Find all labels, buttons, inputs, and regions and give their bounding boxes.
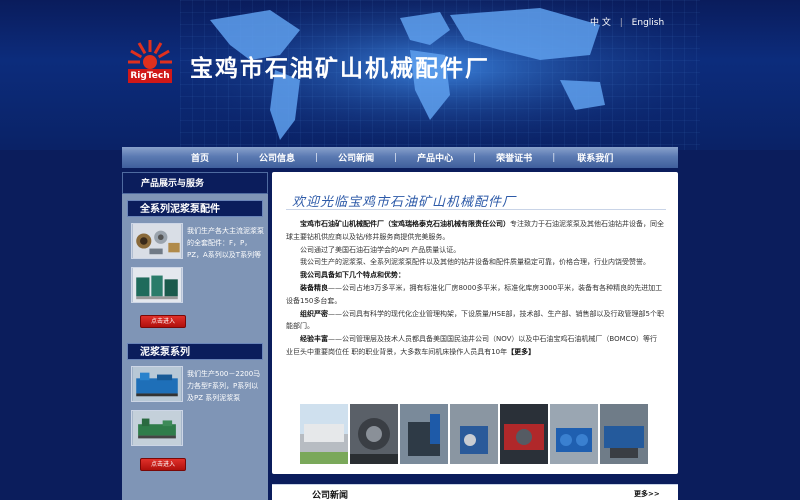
news-section: 公司新闻 更多>> <box>272 484 678 500</box>
features-title: 我公司具备如下几个特点和优势： <box>300 271 405 280</box>
nav-item-company-news[interactable]: 公司新闻 <box>318 151 394 164</box>
lang-separator: | <box>619 18 623 28</box>
nav-item-contact[interactable]: 联系我们 <box>555 151 635 164</box>
factory-building-photo[interactable] <box>300 404 348 464</box>
mud-pump-image[interactable] <box>131 366 183 402</box>
feature-head: 经验丰富 <box>300 335 328 344</box>
nav-item-certificates[interactable]: 荣誉证书 <box>476 151 552 164</box>
enter-button-pump-parts[interactable]: 点击进入 <box>140 315 186 328</box>
factory-photo-strip <box>300 404 648 464</box>
header-banner: RigTech 宝鸡市石油矿山机械配件厂 中 文 | English <box>0 0 800 150</box>
workshop-photo-6[interactable] <box>600 404 648 464</box>
divider <box>286 209 666 210</box>
pump-parts-image[interactable] <box>131 223 183 259</box>
feature-head: 装备精良 <box>300 283 328 292</box>
category-title-mud-pumps: 泥浆泵系列 <box>127 343 263 360</box>
nav-item-products[interactable]: 产品中心 <box>397 151 473 164</box>
site-title: 宝鸡市石油矿山机械配件厂 <box>190 56 490 82</box>
news-more-link[interactable]: 更多>> <box>634 489 660 499</box>
company-intro: 宝鸡市石油矿山机械配件厂（宝鸡瑞格泰克石油机械有限责任公司）专注致力于石油泥浆泵… <box>286 218 664 359</box>
welcome-heading: 欢迎光临宝鸡市石油矿山机械配件厂 <box>292 195 517 210</box>
category-mud-pumps: 我们生产500－2200马力各型F系列，P系列以及PZ 系列泥浆泵 <box>127 360 263 454</box>
workshop-photo-1[interactable] <box>350 404 398 464</box>
category-description: 我们生产各大主流泥浆泵的全套配件：F，P，PZ，A系列以及T系列等 <box>187 227 264 259</box>
nav-item-home[interactable]: 首页 <box>164 151 236 164</box>
feature-head: 组织严密 <box>300 309 328 318</box>
workshop-photo-5[interactable] <box>550 404 598 464</box>
feature-item: 组织严密——公司具有科学的现代化企业管理构架，下设质量/HSE部，技术部、生产部… <box>286 308 664 334</box>
quality-paragraph: 我公司生产的泥浆泵、全系列泥浆泵配件以及其他的钻井设备和配件质量稳定可靠，价格合… <box>300 258 650 267</box>
mud-pump-side-image[interactable] <box>131 410 183 446</box>
enter-button-mud-pumps[interactable]: 点击进入 <box>140 458 186 471</box>
nav-item-company-info[interactable]: 公司信息 <box>239 151 315 164</box>
workshop-photo-3[interactable] <box>450 404 498 464</box>
sidebar-heading: 产品展示与服务 <box>122 172 268 194</box>
api-paragraph: 公司通过了美国石油石油学会的API 产品质量认证。 <box>300 245 461 254</box>
company-name: 宝鸡市石油矿山机械配件厂（宝鸡瑞格泰克石油机械有限责任公司） <box>300 220 510 228</box>
workshop-photo-4[interactable] <box>500 404 548 464</box>
lang-chinese-link[interactable]: 中 文 <box>590 15 611 28</box>
feature-item: 装备精良——公司占地3万多平米，拥有标准化厂房8000多平米，标准化库房3000… <box>286 282 664 308</box>
sidebar: 产品展示与服务 全系列泥浆泵配件 我们生产各大主流泥浆泵的全套配件：F，P，PZ… <box>122 172 268 500</box>
more-link[interactable]: 【更多】 <box>507 348 535 356</box>
workshop-photo-2[interactable] <box>400 404 448 464</box>
category-description: 我们生产500－2200马力各型F系列，P系列以及PZ 系列泥浆泵 <box>187 370 261 402</box>
logo-text: RigTech <box>128 69 172 83</box>
main-content: 欢迎光临宝鸡市石油矿山机械配件厂 宝鸡市石油矿山机械配件厂（宝鸡瑞格泰克石油机械… <box>272 172 678 474</box>
pump-liner-image[interactable] <box>131 267 183 303</box>
language-switcher: 中 文 | English <box>590 15 664 28</box>
feature-text: ——公司管理层及技术人员都具备美国国民油井公司（NOV）以及中石油宝鸡石油机械厂… <box>286 335 658 356</box>
lang-english-link[interactable]: English <box>632 18 665 28</box>
feature-item: 经验丰富——公司管理层及技术人员都具备美国国民油井公司（NOV）以及中石油宝鸡石… <box>286 333 664 359</box>
intro-paragraph: 宝鸡市石油矿山机械配件厂（宝鸡瑞格泰克石油机械有限责任公司）专注致力于石油泥浆泵… <box>286 218 664 244</box>
category-title-pump-parts: 全系列泥浆泵配件 <box>127 200 263 217</box>
feature-text: ——公司具有科学的现代化企业管理构架，下设质量/HSE部，技术部、生产部、销售部… <box>286 309 664 331</box>
main-nav: 首页 | 公司信息 | 公司新闻 | 产品中心 | 荣誉证书 | 联系我们 <box>122 147 678 168</box>
category-pump-parts: 我们生产各大主流泥浆泵的全套配件：F，P，PZ，A系列以及T系列等 <box>127 217 264 311</box>
news-title: 公司新闻 <box>312 491 349 500</box>
feature-text: ——公司占地3万多平米，拥有标准化厂房8000多平米，标准化库房3000平米，装… <box>286 283 663 305</box>
